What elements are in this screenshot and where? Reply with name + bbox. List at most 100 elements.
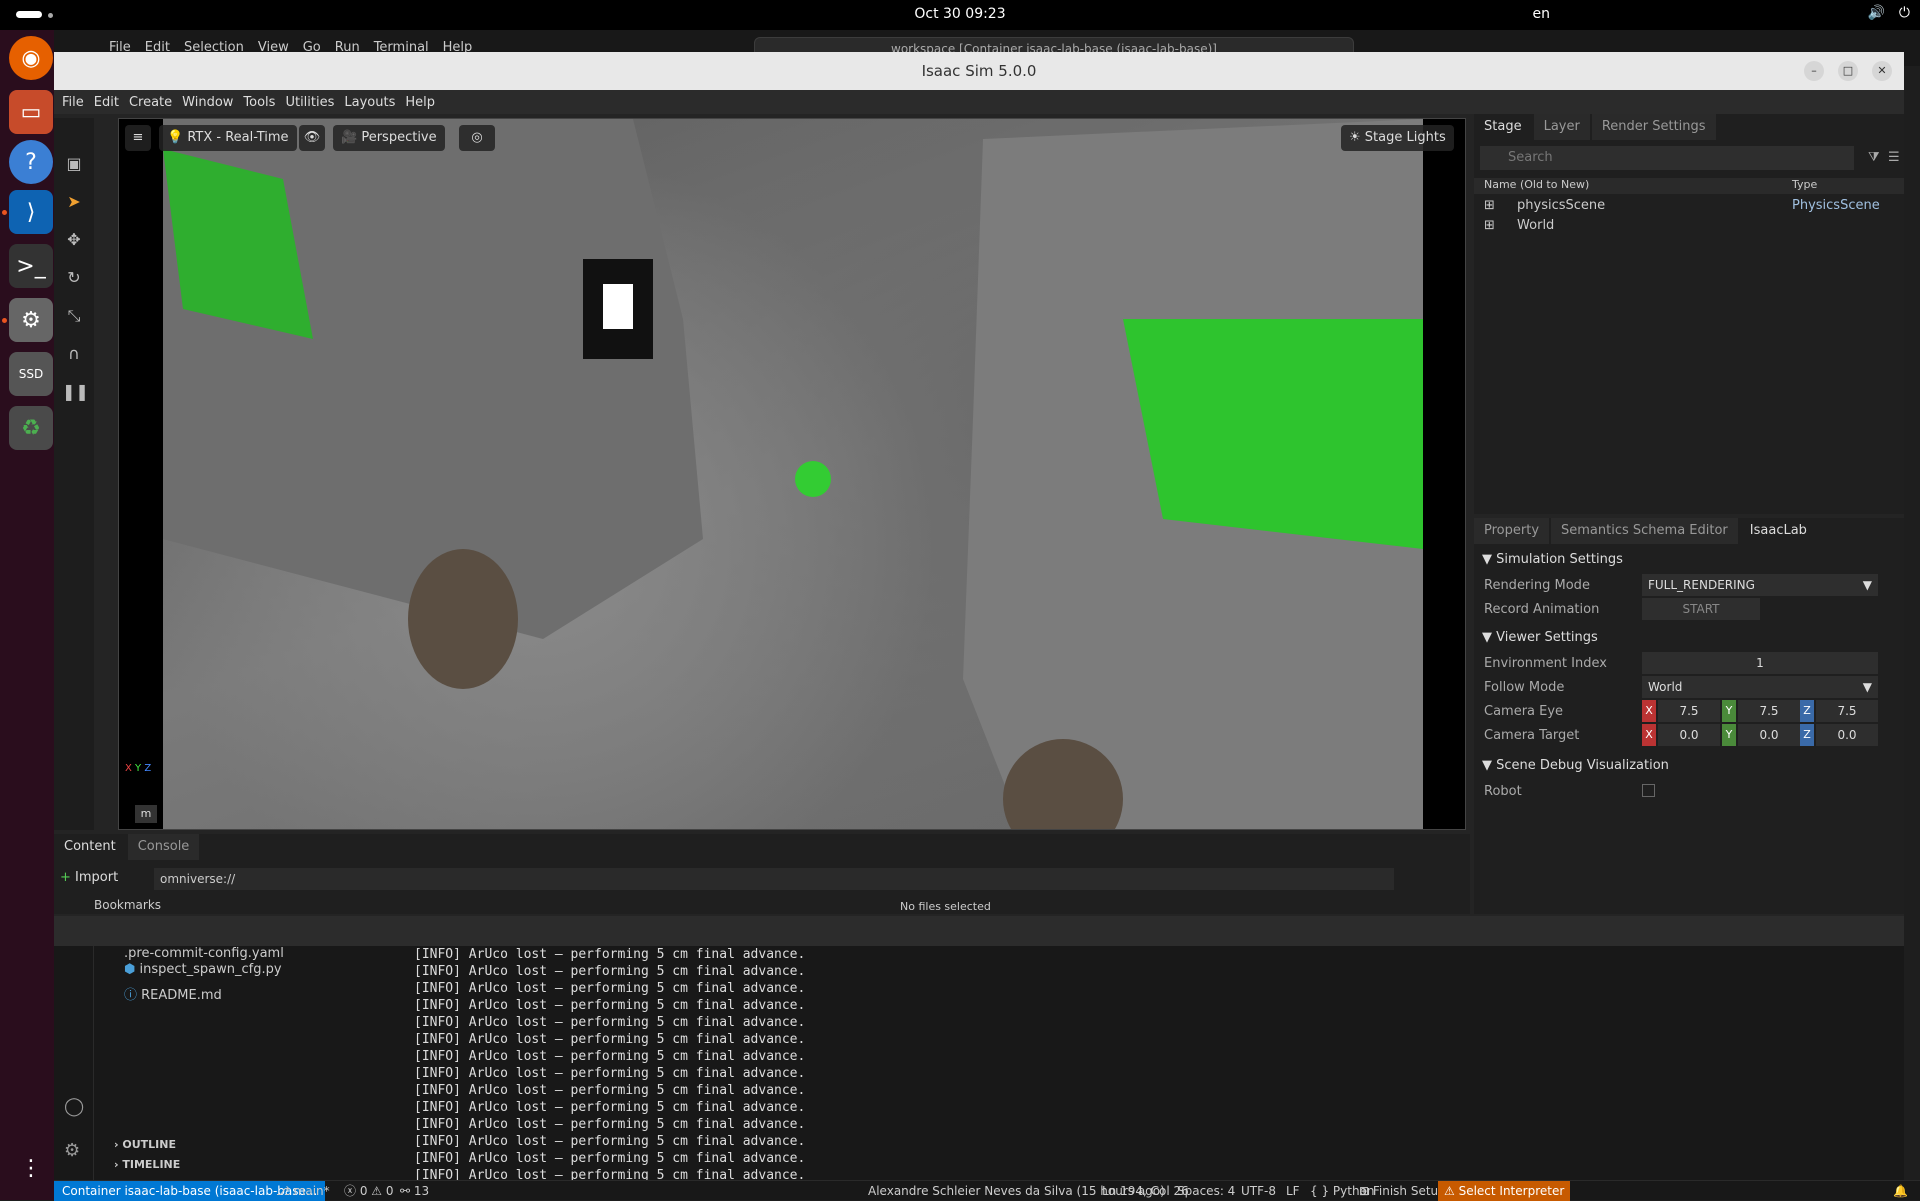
line-ending[interactable]: LF (1286, 1181, 1300, 1201)
explorer-item[interactable]: ⓘ README.md (124, 984, 222, 1003)
camera-button[interactable]: 🎥 Perspective (333, 125, 445, 151)
tab-content[interactable]: Content (54, 834, 126, 860)
files-icon[interactable]: ▭ (9, 90, 53, 134)
path-field[interactable]: omniverse:// (154, 868, 1394, 890)
system-tray[interactable]: 🔊 ⏻ (1867, 5, 1910, 21)
menu-layouts[interactable]: Layouts (344, 95, 395, 110)
column-name[interactable]: Name (Old to New) (1484, 178, 1589, 191)
unit-label: m (135, 805, 157, 823)
tab-console[interactable]: Console (127, 834, 200, 860)
git-branch[interactable]: ⎇ main* (276, 1181, 330, 1201)
cursor-position[interactable]: Ln 194, Col 26 (1102, 1181, 1189, 1201)
minimize-button[interactable]: – (1804, 61, 1824, 81)
viewer-settings-header[interactable]: ▼ Viewer Settings (1482, 630, 1598, 645)
terminal-icon[interactable]: >_ (9, 244, 53, 288)
tab-layer[interactable]: Layer (1533, 114, 1590, 140)
close-button[interactable]: ✕ (1872, 61, 1892, 81)
simulation-settings-header[interactable]: ▼ Simulation Settings (1482, 552, 1623, 567)
indentation[interactable]: Spaces: 4 (1177, 1181, 1235, 1201)
tab-semantics-schema-editor[interactable]: Semantics Schema Editor (1551, 518, 1738, 544)
start-button[interactable]: START (1642, 598, 1760, 620)
move-icon[interactable]: ✥ (62, 228, 86, 252)
timeline-label: TIMELINE (122, 1158, 181, 1171)
maximize-button[interactable]: □ (1838, 61, 1858, 81)
tab-isaaclab[interactable]: IsaacLab (1739, 518, 1817, 544)
manage-gear-icon[interactable]: ⚙ (64, 1140, 80, 1161)
menu-window[interactable]: Window (182, 95, 233, 110)
axis-z-badge: Z (1800, 724, 1814, 746)
stage-lights-button[interactable]: ☀ Stage Lights (1341, 125, 1454, 151)
vscode-icon[interactable]: ⟩ (9, 190, 53, 234)
filter-icon[interactable]: ⧩ (1868, 150, 1880, 165)
pause-icon[interactable]: ❚❚ (62, 380, 89, 404)
import-label: Import (75, 870, 119, 885)
render-mode-button[interactable]: 💡 RTX - Real-Time (159, 125, 297, 151)
prim-type: PhysicsScene (1792, 198, 1880, 213)
import-button[interactable]: + Import (60, 870, 118, 885)
timeline-section[interactable]: › TIMELINE (114, 1158, 180, 1171)
running-indicator (2, 210, 7, 215)
column-type[interactable]: Type (1792, 178, 1817, 191)
notifications-bell-icon[interactable]: 🔔 (1893, 1181, 1908, 1201)
vscode-terminal[interactable]: [INFO] ArUco lost – performing 5 cm fina… (394, 946, 1904, 1200)
viewport-settings-icon[interactable]: ≡ (125, 125, 151, 151)
options-menu-icon[interactable]: ☰ (1888, 150, 1900, 165)
tab-property[interactable]: Property (1474, 518, 1550, 544)
menu-tools[interactable]: Tools (243, 95, 275, 110)
stage-search-input[interactable]: Search (1480, 146, 1854, 170)
encoding[interactable]: UTF-8 (1241, 1181, 1276, 1201)
language-indicator[interactable]: en (1533, 6, 1551, 22)
camera-eye-z[interactable]: 7.5 (1816, 700, 1878, 722)
power-icon[interactable]: ⏻ (1899, 5, 1910, 21)
outline-section[interactable]: › OUTLINE (114, 1138, 176, 1151)
audio-icon[interactable]: ◎ (459, 125, 495, 151)
firefox-icon[interactable]: ◉ (9, 36, 53, 80)
rotate-icon[interactable]: ↻ (62, 266, 86, 290)
account-icon[interactable]: ◯ (64, 1096, 84, 1117)
ssd-drive-icon[interactable]: SSD (9, 352, 53, 396)
rendering-mode-dropdown[interactable]: FULL_RENDERING ▼ (1642, 574, 1878, 596)
visibility-eye-icon[interactable]: 👁 (299, 125, 325, 151)
camera-select-icon[interactable]: ▣ (62, 152, 86, 176)
camera-eye-y[interactable]: 7.5 (1738, 700, 1800, 722)
menu-create[interactable]: Create (129, 95, 172, 110)
camera-target-z[interactable]: 0.0 (1816, 724, 1878, 746)
problems-indicator[interactable]: ⓧ 0 ⚠ 0 (344, 1181, 393, 1201)
menu-edit[interactable]: Edit (94, 95, 119, 110)
expand-icon[interactable]: ⊞ (1484, 218, 1495, 233)
follow-mode-dropdown[interactable]: World ▼ (1642, 676, 1878, 698)
menu-help[interactable]: Help (405, 95, 435, 110)
viewport[interactable]: ≡ 💡 RTX - Real-Time 👁 🎥 Perspective ◎ ☀ … (118, 118, 1466, 830)
explorer-item[interactable]: ⬢ inspect_spawn_cfg.py (124, 962, 282, 977)
tree-row[interactable]: ⊞ World (1484, 216, 1904, 236)
scale-icon[interactable]: ⤡ (62, 304, 86, 328)
select-arrow-icon[interactable]: ➤ (62, 190, 86, 214)
help-icon[interactable]: ? (9, 140, 53, 184)
tab-stage[interactable]: Stage (1474, 114, 1532, 140)
menu-file[interactable]: File (62, 95, 84, 110)
show-apps-icon[interactable]: ⋮ (9, 1146, 53, 1190)
debug-visualization-header[interactable]: ▼ Scene Debug Visualization (1482, 758, 1669, 773)
trash-icon[interactable]: ♻ (9, 406, 53, 450)
snap-magnet-icon[interactable]: ∩ (62, 342, 86, 366)
3d-scene-robot-docking[interactable] (163, 119, 1423, 829)
expand-icon[interactable]: ⊞ (1484, 198, 1495, 213)
speaker-icon[interactable]: 🔊 (1867, 5, 1884, 21)
ports-indicator[interactable]: ⚯ 13 (400, 1181, 429, 1201)
robot-checkbox[interactable] (1642, 784, 1655, 797)
finish-setup-button[interactable]: ⊞ Finish Setup (1359, 1181, 1446, 1201)
stage-column-header: Name (Old to New) Type (1474, 178, 1904, 194)
clock[interactable]: Oct 30 09:23 (0, 6, 1920, 22)
menu-utilities[interactable]: Utilities (285, 95, 334, 110)
camera-target-x[interactable]: 0.0 (1658, 724, 1720, 746)
tab-render-settings[interactable]: Render Settings (1591, 114, 1716, 140)
stage-lights-label: Stage Lights (1364, 130, 1446, 145)
explorer-item[interactable]: .pre-commit-config.yaml (124, 946, 284, 961)
select-interpreter-button[interactable]: ⚠ Select Interpreter (1438, 1181, 1571, 1201)
bookmarks-item[interactable]: Bookmarks (94, 898, 161, 912)
camera-target-y[interactable]: 0.0 (1738, 724, 1800, 746)
tree-row[interactable]: ⊞ physicsScene PhysicsScene (1484, 196, 1904, 216)
camera-eye-x[interactable]: 7.5 (1658, 700, 1720, 722)
settings-gear-icon[interactable]: ⚙ (9, 298, 53, 342)
environment-index-field[interactable]: 1 (1642, 652, 1878, 674)
